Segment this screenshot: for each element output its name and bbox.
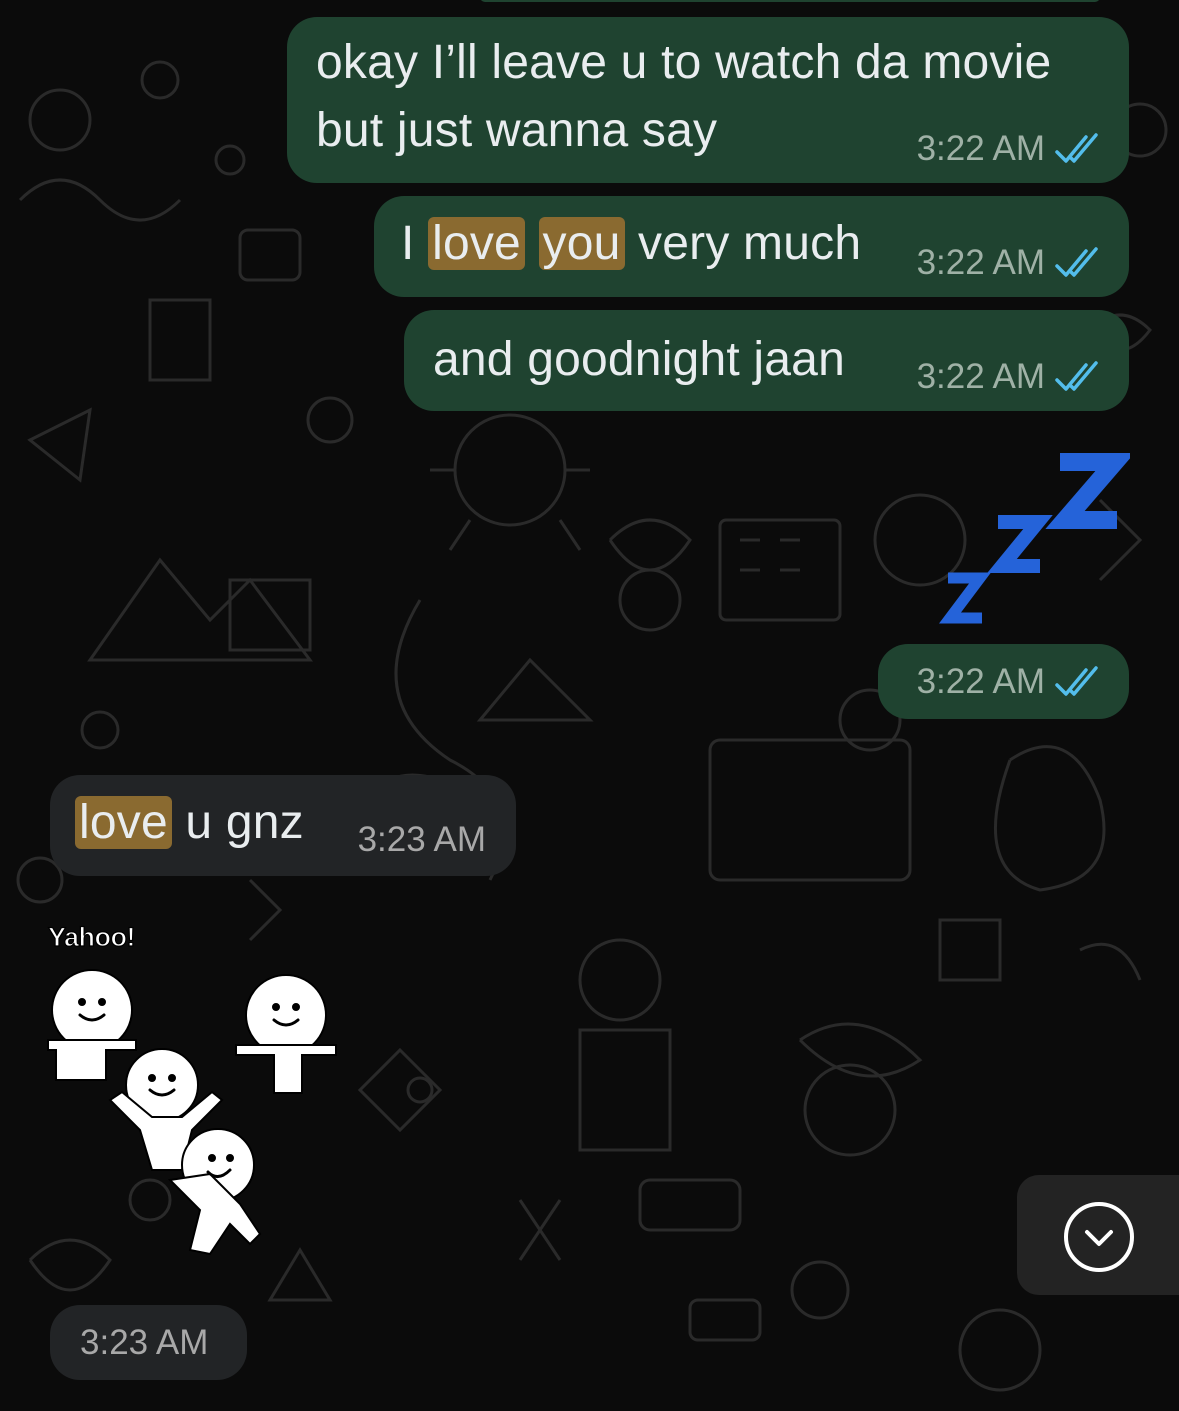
- outgoing-time-pill: 3:22 AM: [878, 644, 1129, 719]
- double-check-icon: [1055, 666, 1098, 696]
- incoming-message-bubble[interactable]: love u gnz 3:23 AM: [50, 775, 516, 876]
- incoming-time-pill: 3:23 AM: [50, 1305, 247, 1380]
- outgoing-message-bubble[interactable]: I love you very much 3:22 AM: [374, 196, 1129, 297]
- message-text-line: okay I’ll leave u to watch da movie: [316, 36, 1052, 89]
- message-time: 3:22 AM: [916, 129, 1045, 168]
- message-text: and goodnight jaan: [433, 333, 845, 386]
- search-highlight: you: [538, 217, 625, 270]
- search-highlight: love: [428, 217, 525, 270]
- message-meta: 3:22 AM: [917, 129, 1101, 169]
- message-word: very much: [638, 217, 862, 270]
- outgoing-message-bubble[interactable]: and goodnight jaan 3:22 AM: [404, 310, 1129, 411]
- message-time: 3:22 AM: [916, 662, 1045, 701]
- sticker-caption: Yahoo!: [47, 921, 136, 952]
- double-check-icon: [1055, 247, 1098, 277]
- message-meta: 3:22 AM: [917, 243, 1101, 283]
- zzz-emoji[interactable]: [930, 440, 1130, 640]
- outgoing-message-bubble[interactable]: okay I’ll leave u to watch da movie but …: [287, 17, 1129, 183]
- search-highlight: love: [75, 796, 172, 849]
- message-time: 3:23 AM: [357, 820, 486, 859]
- message-meta: 3:23 AM: [358, 820, 486, 860]
- message-time: 3:22 AM: [916, 243, 1045, 282]
- previous-bubble-edge: [480, 0, 1100, 2]
- message-time: 3:23 AM: [80, 1323, 209, 1362]
- message-meta: 3:22 AM: [917, 357, 1101, 397]
- chevron-down-circle-icon: [1064, 1202, 1134, 1272]
- message-word: I: [401, 217, 415, 270]
- double-check-icon: [1055, 361, 1098, 391]
- message-word: u gnz: [185, 796, 304, 849]
- message-text: I love you very much: [401, 210, 861, 278]
- message-meta: 3:22 AM: [917, 662, 1101, 702]
- dancing-figures-sticker[interactable]: [40, 960, 350, 1260]
- scroll-to-bottom-button[interactable]: [1017, 1175, 1179, 1295]
- message-time: 3:22 AM: [916, 357, 1045, 396]
- message-text-line: but just wanna say: [316, 104, 718, 157]
- double-check-icon: [1055, 133, 1098, 163]
- message-meta: 3:23 AM: [80, 1323, 208, 1363]
- message-text: love u gnz: [75, 789, 304, 857]
